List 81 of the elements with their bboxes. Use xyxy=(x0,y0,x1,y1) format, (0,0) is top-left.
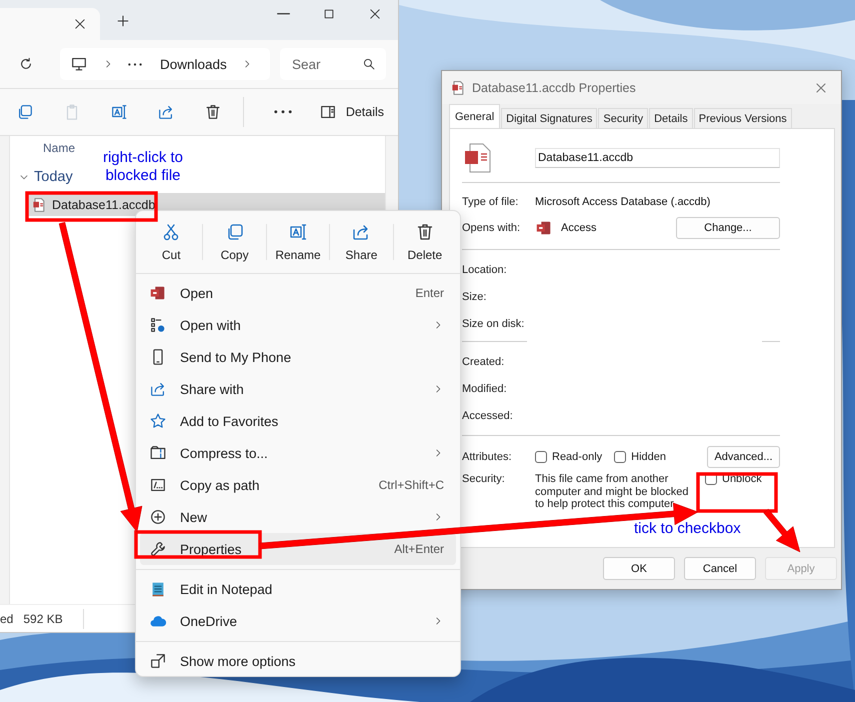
tab[interactable]: Previous Versions xyxy=(694,108,792,128)
field-label: Size: xyxy=(462,290,488,302)
field-label: Created: xyxy=(462,356,506,368)
share-icon xyxy=(149,380,167,398)
more-icon xyxy=(128,62,142,66)
rename-icon xyxy=(110,103,128,121)
menu-item[interactable]: OneDrive xyxy=(140,605,456,637)
annotation-text: right-click to blocked file xyxy=(102,149,184,185)
checkbox[interactable] xyxy=(614,451,626,463)
field-label: Location: xyxy=(462,264,508,276)
checkbox-label: Hidden xyxy=(631,451,666,463)
field-label: Modified: xyxy=(462,382,508,394)
share-action-button[interactable]: Share xyxy=(330,216,393,268)
scissors-action-button[interactable]: Cut xyxy=(140,216,202,268)
tab[interactable]: Security xyxy=(598,108,648,128)
dialog-button[interactable]: OK xyxy=(603,557,675,580)
advanced-button[interactable]: Advanced... xyxy=(707,446,780,468)
minimize-icon xyxy=(276,13,290,15)
wrench-icon xyxy=(149,540,167,558)
dialog-title: Database11.accdb Properties xyxy=(472,80,636,94)
search-icon xyxy=(362,57,376,71)
menu-item[interactable]: Open with xyxy=(140,309,456,341)
field-label: Accessed: xyxy=(462,410,514,422)
open-with-icon xyxy=(149,316,167,334)
path-icon xyxy=(149,476,167,494)
file-name-field[interactable]: Database11.accdb xyxy=(535,148,780,168)
checkbox-label: Read-only xyxy=(552,451,602,463)
details-pane-icon xyxy=(318,103,337,121)
dialog-button[interactable]: Cancel xyxy=(684,557,756,580)
field-value: Access xyxy=(561,222,596,234)
group-header[interactable]: Today xyxy=(34,169,73,185)
rename-action-button[interactable]: Rename xyxy=(266,216,330,268)
breadcrumb[interactable]: Downloads xyxy=(160,56,227,72)
menu-item[interactable]: Add to Favorites xyxy=(140,405,456,437)
rename-icon xyxy=(288,222,308,242)
tab[interactable]: Details xyxy=(649,108,693,128)
menu-item[interactable]: Share with xyxy=(140,373,456,405)
app-icon xyxy=(535,219,553,237)
field-label: Type of file: xyxy=(462,196,520,208)
menu-item[interactable]: Send to My Phone xyxy=(140,341,456,373)
star-icon xyxy=(149,412,167,430)
file-icon xyxy=(31,196,47,212)
trash-action-button[interactable]: Delete xyxy=(394,216,456,268)
refresh-icon xyxy=(18,56,34,72)
field-label: Security: xyxy=(462,473,506,485)
menu-item[interactable]: New xyxy=(140,501,456,533)
field-label: Attributes: xyxy=(462,451,513,463)
field-label: Opens with: xyxy=(462,222,522,234)
menu-item[interactable]: Copy as path Ctrl+Shift+C xyxy=(140,469,456,501)
change-button[interactable]: Change... xyxy=(676,217,780,239)
menu-item[interactable]: Compress to... xyxy=(140,437,456,469)
tab[interactable]: General xyxy=(449,104,500,128)
maximize-icon xyxy=(322,7,336,21)
trash-icon xyxy=(204,103,222,121)
monitor-icon xyxy=(70,55,88,73)
address-bar[interactable]: Downloads xyxy=(60,48,270,80)
menu-item[interactable]: Edit in Notepad xyxy=(140,573,456,605)
plus-icon xyxy=(115,13,131,29)
status-text: 592 KB xyxy=(23,612,63,626)
tab[interactable]: Digital Signatures xyxy=(501,108,598,128)
menu-item[interactable]: Open Enter xyxy=(140,277,456,309)
column-header[interactable]: Name xyxy=(43,141,76,159)
field-label: Size on disk: xyxy=(462,318,526,330)
copy-action-button[interactable]: Copy xyxy=(203,216,266,268)
checkbox[interactable] xyxy=(535,451,547,463)
annotation-text: tick to checkbox xyxy=(634,520,741,538)
expand-icon xyxy=(149,652,167,670)
search-field[interactable]: Sear xyxy=(280,48,386,80)
menu-item[interactable]: Show more options xyxy=(140,645,456,677)
more-icon xyxy=(274,110,292,114)
annotation-arrow xyxy=(763,508,800,552)
close-icon xyxy=(368,7,382,21)
share-icon xyxy=(156,103,175,121)
file-icon xyxy=(450,80,466,96)
details-button[interactable]: Details xyxy=(312,99,390,125)
close-icon xyxy=(73,17,87,31)
app-icon xyxy=(149,284,167,302)
security-message: This file came from another computer and might be blocked to help protect this computer. xyxy=(535,473,690,510)
field-value: Microsoft Access Database (.accdb) xyxy=(535,196,710,208)
zip-folder-icon xyxy=(149,444,167,462)
status-text: ed xyxy=(0,612,14,626)
